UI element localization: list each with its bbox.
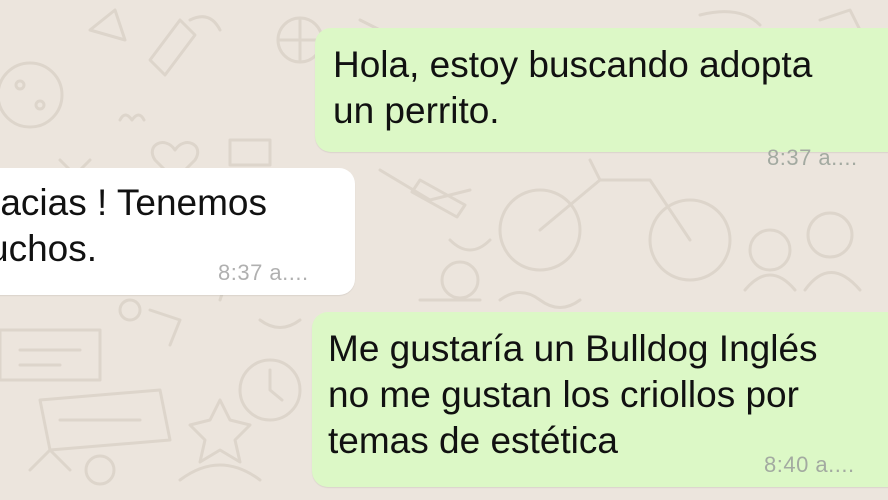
message-text: racias ! Tenemos uchos. (0, 182, 267, 269)
message-text: Hola, estoy buscando adopta un perrito. (333, 44, 813, 131)
star-doodle-icon (188, 398, 252, 464)
message-timestamp: 8:37 a.... (218, 260, 309, 285)
message-timestamp: 8:40 a.... (764, 452, 855, 477)
paper-plane-doodle-icon (88, 8, 127, 42)
outgoing-message-bubble[interactable]: Hola, estoy buscando adopta un perrito. … (315, 28, 888, 170)
message-text: Me gustaría un Bulldog Inglés no me gust… (328, 328, 818, 461)
outgoing-message-bubble[interactable]: Me gustaría un Bulldog Inglés no me gust… (312, 312, 888, 487)
people-doodle-icon (748, 228, 792, 272)
message-timestamp: 8:37 a.... (767, 145, 858, 170)
pencil-doodle-icon (378, 168, 472, 202)
pencil-doodle-icon (148, 18, 197, 77)
quote-doodle-icon (118, 113, 146, 122)
chat-doodle-icon (0, 328, 102, 382)
incoming-message-bubble[interactable]: racias ! Tenemos uchos. 8:37 a.... (0, 168, 355, 295)
cookie-doodle-icon (0, 61, 64, 129)
